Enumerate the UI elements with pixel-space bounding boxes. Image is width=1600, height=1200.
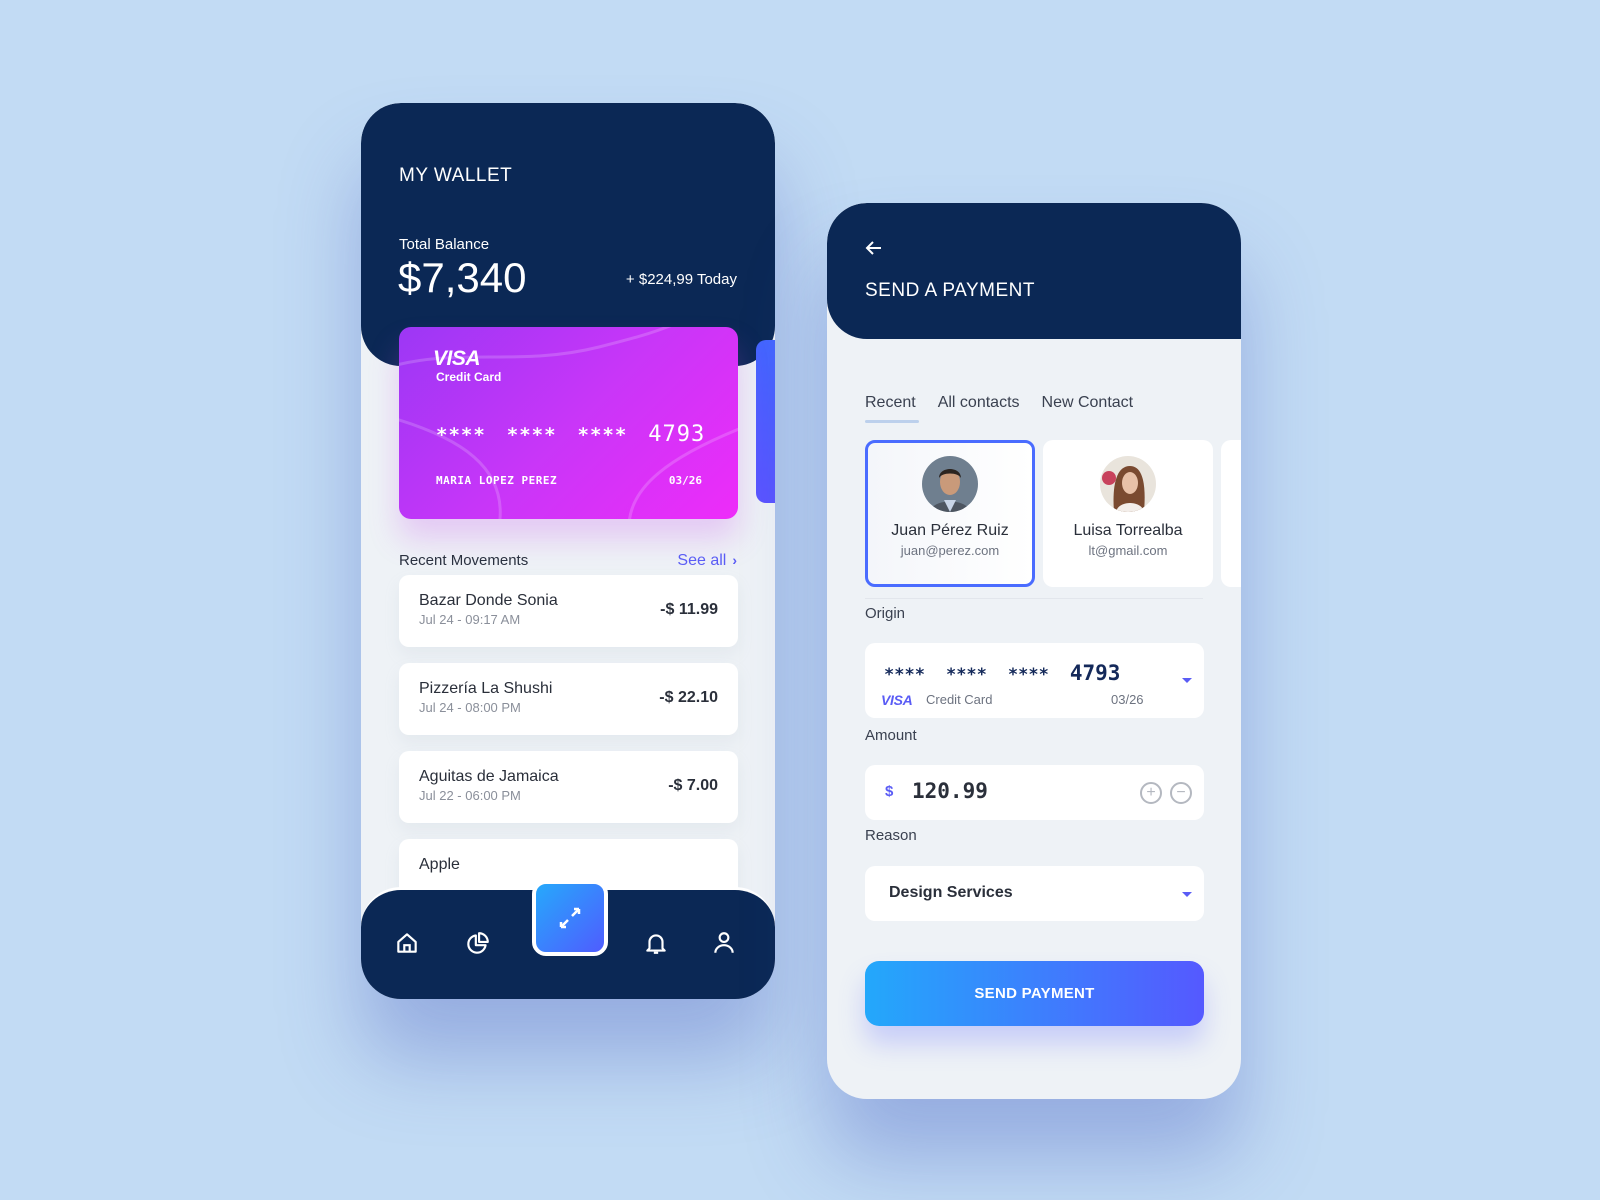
divider [865, 598, 1203, 599]
movement-date: Jul 24 - 08:00 PM [419, 700, 521, 715]
movement-name: Aguitas de Jamaica [419, 768, 559, 785]
card-last4: 4793 [1069, 661, 1121, 685]
transfer-icon [559, 907, 581, 929]
transfer-button[interactable] [532, 880, 608, 956]
movement-date: Jul 24 - 09:17 AM [419, 612, 521, 627]
caret-down-icon [1182, 678, 1192, 683]
chevron-right-icon: › [732, 552, 737, 568]
chart-pie-icon[interactable] [465, 930, 491, 956]
card-holder: MARIA LOPEZ PEREZ [436, 474, 558, 487]
card-mask-group: **** [436, 424, 486, 446]
avatar [1100, 456, 1156, 512]
amount-input[interactable]: $ 120.99 + − [865, 765, 1204, 820]
see-all-label: See all [677, 552, 727, 569]
amount-label: Amount [865, 727, 917, 744]
movement-date: Jul 22 - 06:00 PM [419, 788, 521, 803]
origin-label: Origin [865, 605, 906, 622]
contact-card-partial[interactable] [1221, 440, 1241, 587]
minus-icon[interactable]: − [1170, 782, 1192, 804]
movement-item[interactable]: Aguitas de Jamaica Jul 22 - 06:00 PM -$ … [399, 751, 738, 823]
page-title: SEND A PAYMENT [865, 280, 1035, 301]
card-mask-group: **** [884, 665, 925, 685]
card-mask-group: **** [577, 424, 628, 446]
card-expiry: 03/26 [668, 474, 702, 487]
contact-email: juan@perez.com [900, 543, 1000, 558]
movement-name: Pizzería La Shushi [419, 680, 553, 697]
tab-recent[interactable]: Recent [865, 394, 919, 423]
contact-name: Juan Pérez Ruiz [891, 522, 1009, 539]
contact-card[interactable]: Luisa Torrealba lt@gmail.com [1043, 440, 1213, 587]
bottom-nav [361, 880, 775, 999]
card-mask-group: **** [1007, 665, 1049, 685]
payment-screen: SEND A PAYMENT Recent All contacts New C… [827, 203, 1241, 1099]
plus-icon[interactable]: + [1140, 782, 1162, 804]
wallet-screen: MY WALLET Total Balance $7,340 + $224,99… [361, 103, 775, 999]
origin-card-number: **** **** **** 4793 [884, 661, 1120, 685]
balance-label: Total Balance [399, 236, 490, 253]
contact-card[interactable]: Juan Pérez Ruiz juan@perez.com [865, 440, 1035, 587]
next-card[interactable] [756, 340, 775, 503]
see-all-link[interactable]: See all › [677, 552, 737, 570]
caret-down-icon [1182, 892, 1192, 897]
bell-icon[interactable] [643, 930, 669, 956]
tab-all-contacts[interactable]: All contacts [938, 394, 1020, 420]
balance-value: $7,340 [398, 254, 527, 301]
card-mask-group: **** [506, 424, 557, 446]
movement-name: Bazar Donde Sonia [419, 592, 558, 609]
visa-logo: VISA [881, 692, 913, 708]
back-arrow-icon[interactable] [865, 239, 883, 257]
origin-select[interactable]: **** **** **** 4793 VISA Credit Card 03/26 [865, 643, 1204, 718]
credit-card[interactable]: VISA Credit Card **** **** **** 4793 MARIA … [399, 327, 738, 519]
recent-movements-title: Recent Movements [399, 552, 529, 569]
reason-value: Design Services [889, 884, 1013, 901]
reason-select[interactable]: Design Services [865, 866, 1204, 921]
movement-amount: -$ 11.99 [660, 601, 718, 618]
movement-item[interactable]: Bazar Donde Sonia Jul 24 - 09:17 AM -$ 1… [399, 575, 738, 647]
card-expiry: 03/26 [1111, 692, 1144, 707]
card-last4: 4793 [648, 422, 706, 447]
amount-value[interactable]: 120.99 [912, 779, 988, 803]
tab-new-contact[interactable]: New Contact [1042, 394, 1134, 420]
card-type: Credit Card [926, 692, 993, 707]
visa-logo: VISA [433, 347, 481, 370]
reason-label: Reason [865, 827, 917, 844]
payment-header: SEND A PAYMENT [827, 203, 1241, 339]
movement-amount: -$ 22.10 [659, 689, 718, 706]
user-icon[interactable] [711, 930, 737, 956]
card-type: Credit Card [436, 370, 502, 384]
movement-name: Apple [419, 856, 460, 873]
home-icon[interactable] [394, 930, 420, 956]
contact-tabs: Recent All contacts New Contact [865, 394, 1134, 423]
card-mask-group: **** [945, 665, 987, 685]
movement-item[interactable]: Pizzería La Shushi Jul 24 - 08:00 PM -$ … [399, 663, 738, 735]
contact-email: lt@gmail.com [1088, 543, 1168, 558]
page-title: MY WALLET [399, 165, 513, 186]
movement-amount: -$ 7.00 [668, 777, 718, 794]
send-payment-button[interactable]: SEND PAYMENT [865, 961, 1204, 1026]
currency-symbol: $ [885, 783, 894, 800]
balance-change: + $224,99 Today [625, 271, 737, 288]
avatar [922, 456, 978, 512]
contact-name: Luisa Torrealba [1073, 522, 1183, 539]
card-number: **** **** **** 4793 [436, 422, 705, 447]
